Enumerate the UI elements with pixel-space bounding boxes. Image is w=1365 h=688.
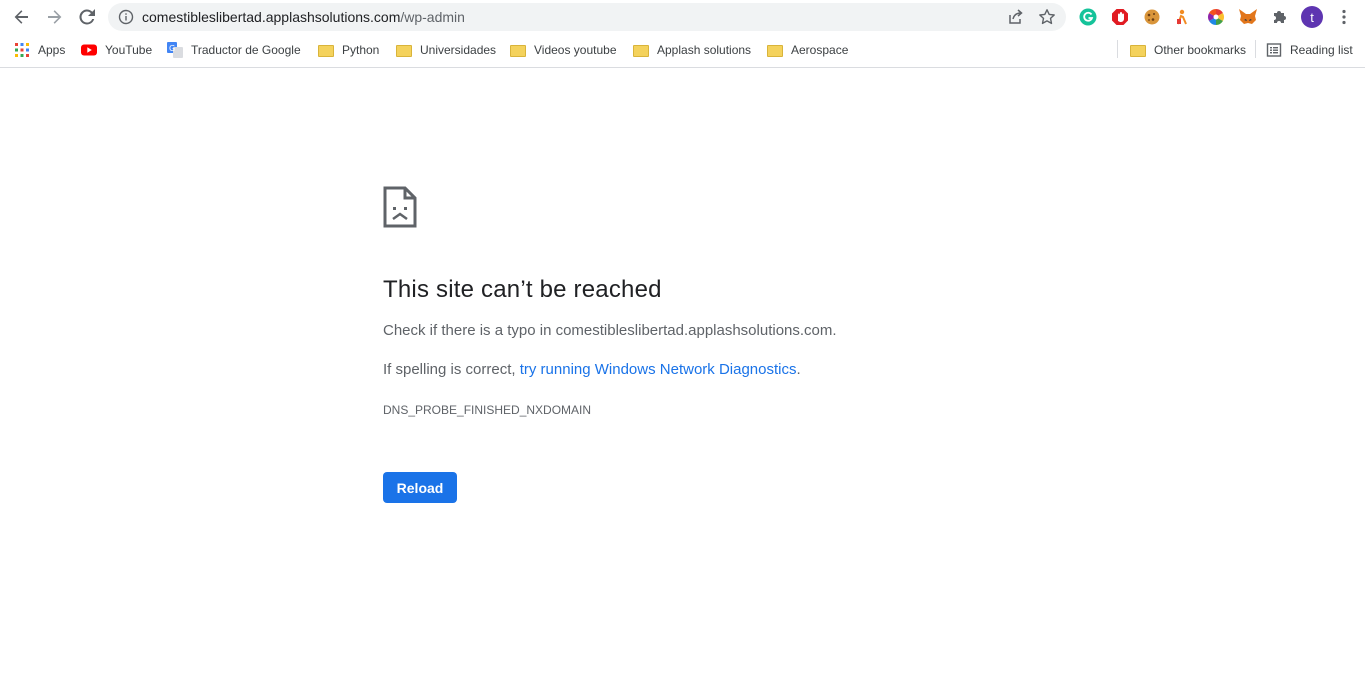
bookmarks-bar: Apps YouTube G Traductor de Google Pytho… <box>0 34 1365 68</box>
reading-list[interactable]: Reading list <box>1266 40 1353 60</box>
folder-icon <box>318 45 334 57</box>
url-host: comestibleslibertad.applashsolutions.com <box>142 9 401 25</box>
spelling-suffix: . <box>796 361 801 378</box>
bookmark-folder-python[interactable]: Python <box>318 40 379 60</box>
browser-menu-button[interactable] <box>1334 7 1354 27</box>
bookmark-folder-aerospace[interactable]: Aerospace <box>767 40 848 60</box>
error-title: This site can’t be reached <box>383 276 662 303</box>
bookmark-label: Applash solutions <box>657 43 752 57</box>
refresh-icon <box>79 9 95 25</box>
profile-avatar[interactable]: t <box>1301 6 1323 28</box>
profile-initial: t <box>1310 9 1314 25</box>
browser-toolbar: comestibleslibertad.applashsolutions.com… <box>0 0 1365 34</box>
folder-icon <box>396 45 412 57</box>
bookmark-apps[interactable]: Apps <box>14 40 65 60</box>
bookmark-label: Videos youtube <box>534 43 617 57</box>
svg-text:G: G <box>169 44 175 53</box>
other-bookmarks[interactable]: Other bookmarks <box>1130 40 1246 60</box>
figure-extension-icon[interactable] <box>1173 7 1193 27</box>
error-code: DNS_PROBE_FINISHED_NXDOMAIN <box>383 403 592 417</box>
url-text[interactable]: comestibleslibertad.applashsolutions.com… <box>142 9 465 25</box>
network-diagnostics-link[interactable]: try running Windows Network Diagnostics <box>520 361 797 378</box>
bookmark-label: Python <box>342 43 380 57</box>
bookmark-folder-videos-youtube[interactable]: Videos youtube <box>510 40 617 60</box>
typo-suggestion: Check if there is a typo in comestiblesl… <box>383 322 837 339</box>
info-icon[interactable] <box>118 9 134 25</box>
bookmark-label: Apps <box>38 43 66 57</box>
back-button[interactable] <box>10 5 34 29</box>
bookmark-google-translate[interactable]: G Traductor de Google <box>167 40 301 60</box>
folder-icon <box>767 45 783 57</box>
bookmark-folder-universidades[interactable]: Universidades <box>396 40 496 60</box>
bookmark-folder-applash-solutions[interactable]: Applash solutions <box>633 40 751 60</box>
other-bookmarks-label: Other bookmarks <box>1154 43 1247 57</box>
forward-button[interactable] <box>42 5 66 29</box>
bookmarks-divider <box>1117 40 1118 58</box>
extensions-puzzle-icon[interactable] <box>1270 7 1290 27</box>
bookmark-label: Universidades <box>420 43 497 57</box>
reload-button[interactable]: Reload <box>383 472 457 503</box>
google-translate-icon: G <box>167 42 183 58</box>
bookmark-youtube[interactable]: YouTube <box>81 40 152 60</box>
arrow-left-icon <box>14 10 28 24</box>
color-wheel-extension-icon[interactable] <box>1206 7 1226 27</box>
bookmark-label: Traductor de Google <box>191 43 301 57</box>
apps-grid-icon <box>15 43 29 57</box>
arrow-right-icon <box>48 10 62 24</box>
reading-list-icon <box>1266 43 1282 57</box>
sad-page-icon <box>383 186 417 228</box>
bookmark-label: YouTube <box>105 43 153 57</box>
bookmark-label: Aerospace <box>791 43 849 57</box>
youtube-icon <box>81 44 97 56</box>
spelling-prefix: If spelling is correct, <box>383 361 520 378</box>
bookmarks-divider <box>1255 40 1256 58</box>
adblock-extension-icon[interactable] <box>1110 7 1130 27</box>
diagnostics-suggestion: If spelling is correct, try running Wind… <box>383 361 801 378</box>
more-vertical-icon <box>1342 9 1346 25</box>
address-bar[interactable]: comestibleslibertad.applashsolutions.com… <box>108 3 1066 31</box>
url-path: /wp-admin <box>400 9 465 25</box>
grammarly-extension-icon[interactable] <box>1078 7 1098 27</box>
metamask-extension-icon[interactable] <box>1238 7 1258 27</box>
folder-icon <box>1130 45 1146 57</box>
bookmark-star-icon[interactable] <box>1038 8 1056 26</box>
share-icon[interactable] <box>1006 8 1024 26</box>
folder-icon <box>633 45 649 57</box>
reload-toolbar-button[interactable] <box>75 5 99 29</box>
cookie-extension-icon[interactable] <box>1142 7 1162 27</box>
reading-list-label: Reading list <box>1290 43 1353 57</box>
folder-icon <box>510 45 526 57</box>
